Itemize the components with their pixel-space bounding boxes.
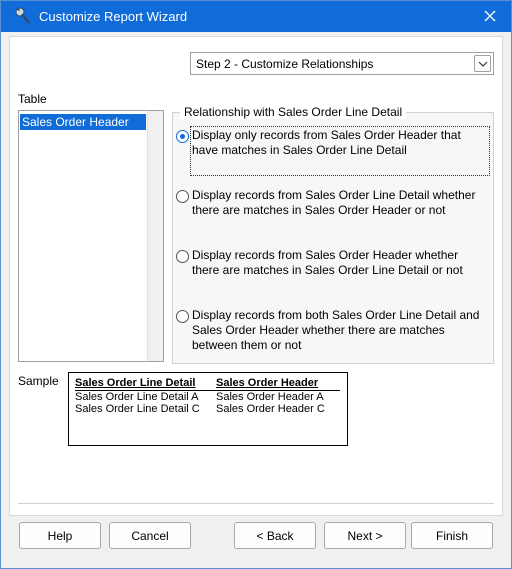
cancel-button[interactable]: Cancel [109, 522, 191, 549]
step-dropdown-value: Step 2 - Customize Relationships [196, 57, 374, 71]
title-bar: Customize Report Wizard [1, 1, 511, 32]
step-dropdown[interactable]: Step 2 - Customize Relationships [190, 52, 494, 75]
sample-column: Sales Order Line Detail Sales Order Line… [75, 377, 200, 415]
close-icon [484, 10, 496, 22]
sample-header-rule [75, 390, 340, 391]
sample-column-header: Sales Order Header [216, 377, 319, 389]
sample-cell: Sales Order Header C [216, 403, 325, 415]
sample-preview: Sales Order Line Detail Sales Order Line… [68, 372, 348, 446]
button-separator [18, 503, 494, 504]
chevron-down-icon[interactable] [474, 55, 491, 72]
radio-selected-icon[interactable] [176, 130, 189, 143]
finish-button[interactable]: Finish [411, 522, 493, 549]
sample-column: Sales Order Header Sales Order Header A … [216, 377, 325, 415]
radio-icon[interactable] [176, 250, 189, 263]
wizard-wand-icon [15, 7, 30, 24]
back-button[interactable]: < Back [234, 522, 316, 549]
table-listbox[interactable]: Sales Order Header [18, 110, 164, 362]
help-button[interactable]: Help [19, 522, 101, 549]
focus-rectangle [190, 126, 490, 176]
table-label: Table [18, 92, 47, 106]
sample-label: Sample [18, 374, 59, 388]
sample-column-header: Sales Order Line Detail [75, 377, 196, 389]
relationship-option-label: Display records from Sales Order Header … [192, 248, 463, 277]
sample-cell: Sales Order Line Detail C [75, 403, 200, 415]
listbox-scrollbar[interactable] [147, 111, 163, 361]
sample-cell: Sales Order Header A [216, 391, 324, 403]
radio-icon[interactable] [176, 190, 189, 203]
relationship-option-label: Display records from Sales Order Line De… [192, 188, 476, 217]
list-item[interactable]: Sales Order Header [20, 114, 146, 130]
radio-icon[interactable] [176, 310, 189, 323]
close-button[interactable] [475, 3, 505, 29]
sample-cell: Sales Order Line Detail A [75, 391, 199, 403]
next-button[interactable]: Next > [324, 522, 406, 549]
relationship-option-label: Display records from both Sales Order Li… [192, 308, 480, 352]
relationship-group-legend: Relationship with Sales Order Line Detai… [180, 105, 407, 119]
window-title: Customize Report Wizard [39, 9, 188, 24]
